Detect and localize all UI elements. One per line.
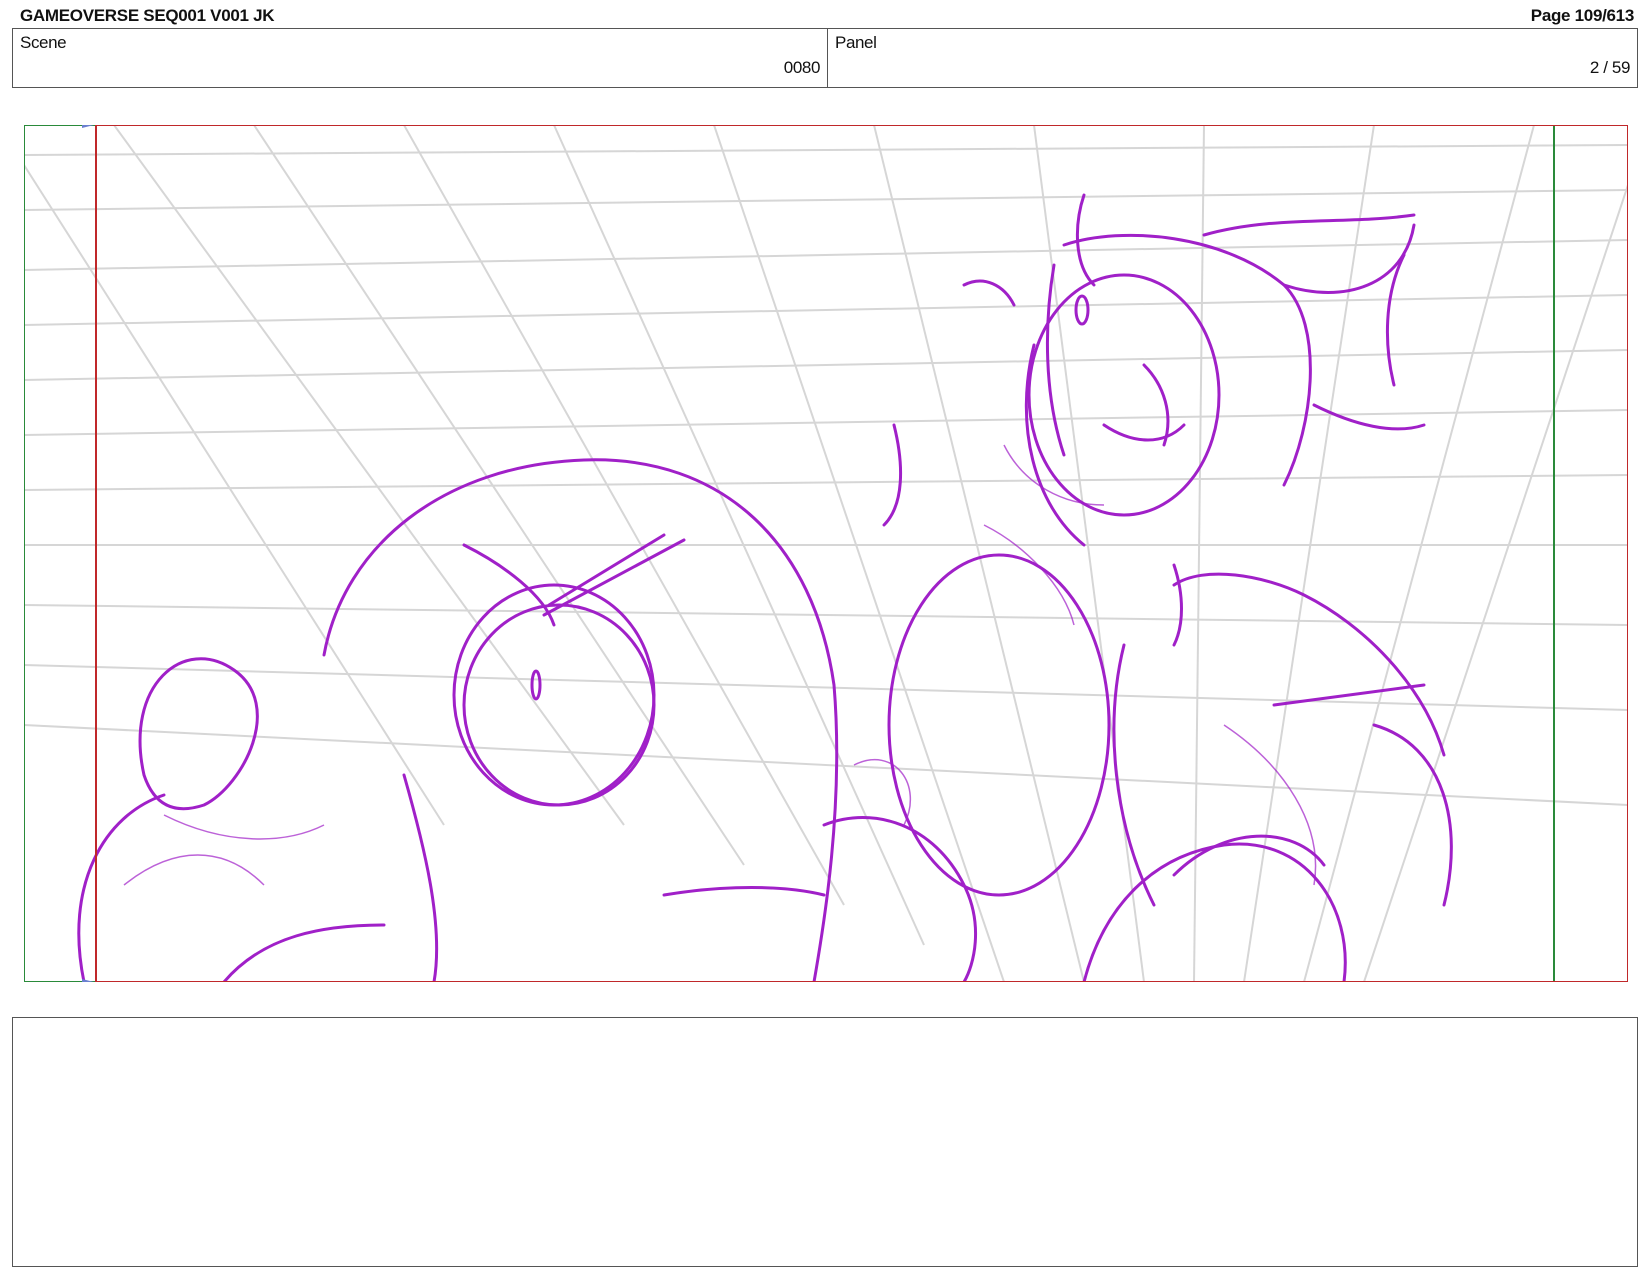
scene-label: Scene bbox=[20, 33, 67, 52]
scene-number: 0080 bbox=[783, 58, 821, 77]
document-title: GAMEOVERSE SEQ001 V001 JK bbox=[20, 6, 275, 25]
storyboard-sketch bbox=[24, 125, 1628, 982]
scene-panel-info: Scene 0080 Panel 2 / 59 bbox=[12, 28, 1638, 88]
page-number: Page 109/613 bbox=[1530, 6, 1635, 25]
panel-notes bbox=[12, 1017, 1638, 1267]
scene-cell: Scene 0080 bbox=[13, 29, 828, 87]
panel-label: Panel bbox=[835, 33, 877, 52]
storyboard-panel bbox=[24, 125, 1628, 982]
panel-number: 2 / 59 bbox=[1589, 58, 1631, 77]
panel-cell: Panel 2 / 59 bbox=[828, 29, 1637, 87]
